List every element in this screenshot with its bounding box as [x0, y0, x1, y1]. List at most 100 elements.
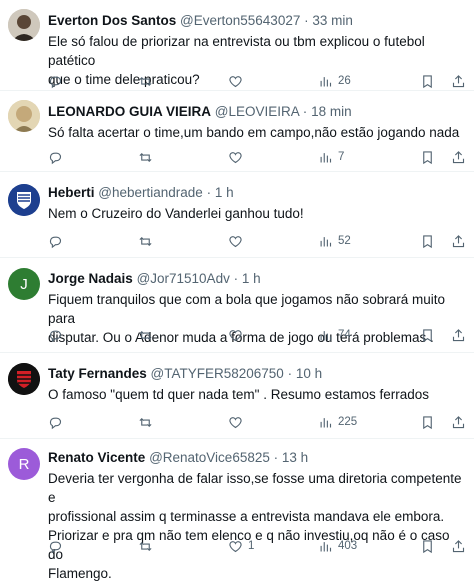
bookmark-icon — [423, 150, 432, 164]
avatar-letter: J — [20, 275, 28, 293]
view-count: 7 — [338, 151, 345, 163]
tweet-header: Renato Vicente @RenatoVice65825 · 13 h — [48, 449, 462, 466]
reply-button[interactable] — [48, 234, 88, 249]
like-button[interactable] — [228, 328, 268, 343]
reply-icon — [49, 330, 62, 342]
reply-icon — [49, 417, 62, 429]
display-name[interactable]: Jorge Nadais — [48, 271, 133, 286]
reply-button[interactable] — [48, 74, 88, 89]
timestamp[interactable]: 1 h — [215, 185, 234, 200]
views-button[interactable]: 52 — [318, 234, 370, 249]
bookmark-button[interactable] — [420, 150, 435, 165]
timestamp[interactable]: 18 min — [311, 104, 352, 119]
display-name[interactable]: Everton Dos Santos — [48, 13, 176, 28]
avatar[interactable] — [8, 184, 40, 216]
timestamp[interactable]: 13 h — [282, 450, 308, 465]
action-bar: 52 — [48, 231, 466, 251]
tweet-header: Heberti @hebertiandrade · 1 h — [48, 184, 462, 201]
share-icon — [452, 234, 465, 247]
tweet-text: Deveria ter vergonha de falar isso,se fo… — [48, 469, 462, 583]
views-chart-icon — [320, 330, 332, 340]
retweet-button[interactable] — [138, 150, 178, 165]
reply-icon — [49, 541, 62, 553]
views-button[interactable]: 7 — [318, 150, 370, 165]
bookmark-button[interactable] — [420, 328, 435, 343]
views-chart-icon — [320, 76, 332, 86]
tweet[interactable]: J Jorge Nadais @Jor71510Adv · 1 h Fiquem… — [0, 258, 474, 353]
display-name[interactable]: Taty Fernandes — [48, 366, 147, 381]
user-handle[interactable]: @hebertiandrade — [98, 185, 203, 200]
bookmark-button[interactable] — [420, 539, 435, 554]
bookmark-icon — [423, 234, 432, 248]
avatar[interactable]: J — [8, 268, 40, 300]
avatar-photo-icon — [8, 100, 40, 132]
views-button[interactable]: 225 — [318, 415, 370, 430]
tweet[interactable]: LEONARDO GUIA VIEIRA @LEOVIEIRA · 18 min… — [0, 91, 474, 172]
heart-icon — [229, 151, 242, 163]
timestamp[interactable]: 10 h — [296, 366, 322, 381]
separator-dot: · — [206, 185, 212, 200]
action-bar: 7 — [48, 147, 466, 167]
reply-feed: Everton Dos Santos @Everton55643027 · 33… — [0, 0, 474, 581]
display-name[interactable]: Renato Vicente — [48, 450, 145, 465]
reply-button[interactable] — [48, 150, 88, 165]
user-handle[interactable]: @Everton55643027 — [180, 13, 300, 28]
tweet[interactable]: Heberti @hebertiandrade · 1 h Nem o Cruz… — [0, 172, 474, 258]
views-chart-icon — [320, 236, 332, 246]
retweet-button[interactable] — [138, 74, 178, 89]
share-button[interactable] — [451, 415, 466, 430]
avatar[interactable] — [8, 100, 40, 132]
retweet-button[interactable] — [138, 415, 178, 430]
tweet-text: Nem o Cruzeiro do Vanderlei ganhou tudo! — [48, 204, 462, 223]
like-button[interactable] — [228, 234, 268, 249]
avatar[interactable] — [8, 363, 40, 395]
share-button[interactable] — [451, 234, 466, 249]
tweet[interactable]: Everton Dos Santos @Everton55643027 · 33… — [0, 0, 474, 91]
separator-dot: · — [302, 104, 308, 119]
user-handle[interactable]: @Jor71510Adv — [137, 271, 230, 286]
heart-icon — [229, 235, 242, 247]
bookmark-button[interactable] — [420, 415, 435, 430]
retweet-button[interactable] — [138, 234, 178, 249]
heart-icon — [229, 75, 242, 87]
avatar-photo-icon — [8, 9, 40, 41]
view-count: 403 — [338, 540, 358, 552]
share-button[interactable] — [451, 328, 466, 343]
user-handle[interactable]: @LEOVIEIRA — [215, 104, 299, 119]
separator-dot: · — [287, 366, 293, 381]
retweet-button[interactable] — [138, 328, 178, 343]
timestamp[interactable]: 33 min — [312, 13, 353, 28]
like-button[interactable] — [228, 74, 268, 89]
views-button[interactable]: 74 — [318, 328, 370, 343]
retweet-icon — [139, 236, 152, 246]
like-button[interactable] — [228, 415, 268, 430]
separator-dot: · — [233, 271, 239, 286]
display-name[interactable]: LEONARDO GUIA VIEIRA — [48, 104, 211, 119]
action-bar: 1 403 — [48, 536, 466, 556]
reply-icon — [49, 236, 62, 248]
share-button[interactable] — [451, 150, 466, 165]
share-button[interactable] — [451, 539, 466, 554]
views-button[interactable]: 26 — [318, 74, 370, 89]
bookmark-button[interactable] — [420, 234, 435, 249]
retweet-icon — [139, 152, 152, 162]
tweet[interactable]: R Renato Vicente @RenatoVice65825 · 13 h… — [0, 439, 474, 581]
avatar[interactable] — [8, 9, 40, 41]
retweet-button[interactable] — [138, 539, 178, 554]
like-button[interactable] — [228, 150, 268, 165]
bookmark-button[interactable] — [420, 74, 435, 89]
share-button[interactable] — [451, 74, 466, 89]
reply-button[interactable] — [48, 415, 88, 430]
display-name[interactable]: Heberti — [48, 185, 95, 200]
timestamp[interactable]: 1 h — [242, 271, 261, 286]
user-handle[interactable]: @RenatoVice65825 — [149, 450, 270, 465]
tweet[interactable]: Taty Fernandes @TATYFER58206750 · 10 h O… — [0, 353, 474, 439]
views-button[interactable]: 403 — [318, 539, 370, 554]
reply-button[interactable] — [48, 328, 88, 343]
reply-button[interactable] — [48, 539, 88, 554]
like-button[interactable]: 1 — [228, 539, 268, 554]
user-handle[interactable]: @TATYFER58206750 — [151, 366, 284, 381]
club-crest-icon — [8, 363, 40, 395]
avatar[interactable]: R — [8, 448, 40, 480]
tweet-text-line: Ele só falou de priorizar na entrevista … — [48, 34, 425, 68]
